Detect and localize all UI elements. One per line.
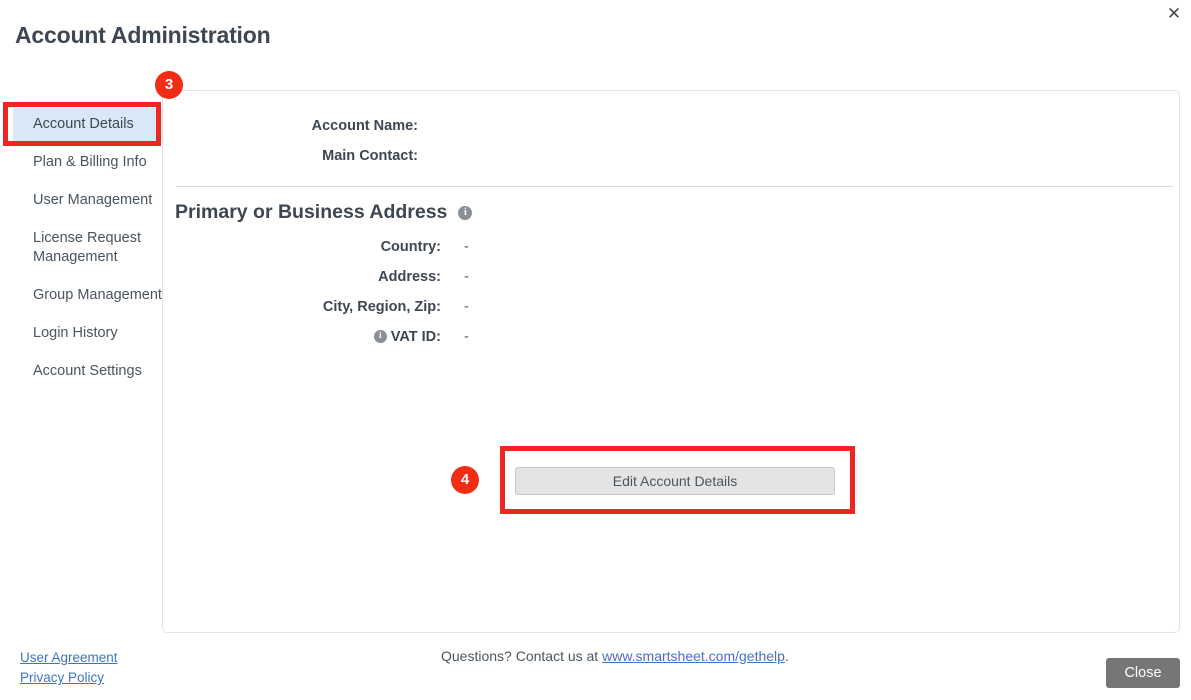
- country-value: -: [464, 239, 469, 255]
- page-title: Account Administration: [15, 22, 271, 48]
- city-region-zip-value: -: [464, 299, 469, 315]
- sidebar-item-label: Account Settings: [33, 363, 142, 379]
- sidebar-item-label: Account Details: [33, 116, 134, 132]
- sidebar-item-label: Login History: [33, 325, 118, 341]
- vat-id-value: -: [464, 329, 469, 345]
- footer-contact-prefix: Questions? Contact us at: [441, 648, 603, 664]
- main-contact-label: Main Contact:: [322, 148, 418, 164]
- sidebar-item-label: License Request Management: [33, 230, 142, 265]
- sidebar-item-license-request-management[interactable]: License Request Management: [13, 222, 163, 274]
- annotation-badge-3: 3: [155, 71, 183, 99]
- address-value: -: [464, 269, 469, 285]
- privacy-policy-link[interactable]: Privacy Policy: [20, 668, 118, 688]
- section-heading: Primary or Business Address i: [175, 201, 473, 224]
- info-icon[interactable]: i: [373, 330, 387, 344]
- main-contact-row: Main Contact:: [176, 146, 441, 166]
- address-row: Address: -: [176, 267, 469, 287]
- footer-contact-suffix: .: [784, 648, 789, 664]
- city-region-zip-label: City, Region, Zip:: [322, 299, 441, 315]
- sidebar-item-group-management[interactable]: Group Management: [13, 279, 173, 312]
- annotation-badge-4: 4: [451, 466, 479, 494]
- country-label: Country:: [380, 239, 441, 255]
- account-name-label: Account Name:: [311, 118, 418, 134]
- section-heading-text: Primary or Business Address: [175, 201, 448, 223]
- footer-contact: Questions? Contact us at www.smartsheet.…: [441, 648, 789, 664]
- sidebar-item-user-management[interactable]: User Management: [13, 184, 173, 217]
- edit-account-details-button[interactable]: Edit Account Details: [515, 467, 835, 495]
- sidebar: Account Details Plan & Billing Info User…: [0, 96, 166, 634]
- address-label: Address:: [378, 269, 441, 285]
- vat-id-label-group: i VAT ID:: [176, 328, 441, 346]
- gethelp-link[interactable]: www.smartsheet.com/gethelp: [602, 648, 785, 664]
- section-divider: [176, 186, 1173, 187]
- close-icon[interactable]: ✕: [1163, 3, 1185, 25]
- vat-id-label: VAT ID:: [390, 329, 441, 345]
- account-name-row: Account Name:: [176, 116, 441, 136]
- sidebar-item-account-details[interactable]: Account Details: [13, 108, 166, 141]
- sidebar-item-label: User Management: [33, 192, 153, 208]
- close-button[interactable]: Close: [1106, 658, 1180, 688]
- sidebar-item-label: Group Management: [33, 287, 162, 303]
- sidebar-item-plan-billing-info[interactable]: Plan & Billing Info: [13, 146, 173, 179]
- vat-id-row: i VAT ID: -: [176, 327, 469, 347]
- sidebar-item-account-settings[interactable]: Account Settings: [13, 355, 173, 388]
- user-agreement-link[interactable]: User Agreement: [20, 648, 118, 668]
- info-icon[interactable]: i: [458, 205, 473, 220]
- country-row: Country: -: [176, 237, 469, 257]
- content-panel: Account Name: Main Contact: Primary or B…: [162, 90, 1180, 633]
- sidebar-item-login-history[interactable]: Login History: [13, 317, 173, 350]
- sidebar-item-label: Plan & Billing Info: [33, 154, 147, 170]
- footer-links: User Agreement Privacy Policy: [20, 648, 118, 688]
- city-region-zip-row: City, Region, Zip: -: [176, 297, 469, 317]
